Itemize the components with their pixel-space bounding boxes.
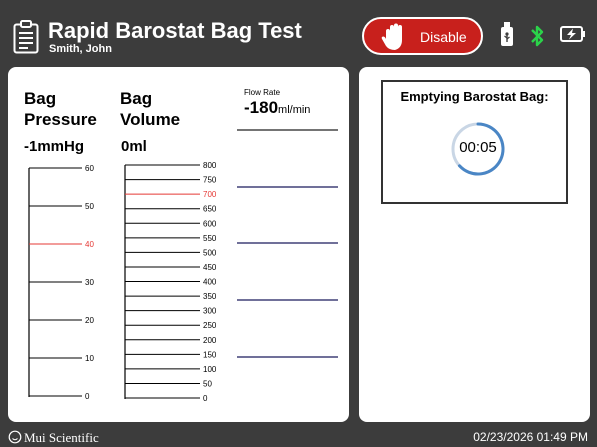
pressure-tick-label: 0 [85,392,90,401]
header-bar: Rapid Barostat Bag Test Smith, John Disa… [0,0,597,64]
volume-tick-label: 550 [203,234,217,243]
pressure-tick-label: 60 [85,164,94,173]
usb-icon [501,22,513,46]
volume-tick-label: 350 [203,292,217,301]
battery-charging-icon [560,26,585,42]
pressure-tick-label: 40 [85,240,94,249]
timer-value: 00:05 [459,139,497,156]
app-title: Rapid Barostat Bag Test [48,18,302,43]
volume-tick-label: 250 [203,321,217,330]
disable-button-label: Disable [420,29,467,45]
volume-tick-label: 500 [203,248,217,257]
volume-tick-label: 50 [203,379,212,388]
volume-tick-label: 0 [203,394,208,403]
pressure-tick-label: 30 [85,278,94,287]
disable-button[interactable]: Disable [362,17,483,55]
timer-ring: 00:05 [450,121,506,177]
volume-tick-label: 450 [203,263,217,272]
pressure-tick-label: 10 [85,354,94,363]
brand-name: Mui Scientific [24,430,99,445]
volume-tick-label: 650 [203,205,217,214]
clipboard-icon [13,20,39,54]
status-panel: Emptying Barostat Bag: 00:05 [359,67,590,422]
gauges-area: 6050403020100800750700650600550500450400… [28,129,338,403]
pressure-tick-label: 20 [85,316,94,325]
emptying-status-box: Emptying Barostat Bag: 00:05 [381,80,568,204]
hand-stop-icon [381,23,402,50]
datetime: 02/23/2026 01:49 PM [473,430,588,444]
measurement-panel: Bag Pressure -1mmHg Bag Volume 0ml Flow … [8,67,349,422]
patient-name: Smith, John [49,43,112,55]
volume-tick-label: 800 [203,161,217,170]
pressure-tick-label: 50 [85,202,94,211]
volume-tick-label: 750 [203,176,217,185]
volume-tick-label: 400 [203,278,217,287]
bluetooth-icon [531,25,544,47]
volume-tick-label: 150 [203,350,217,359]
emptying-title: Emptying Barostat Bag: [400,89,549,104]
volume-tick-label: 700 [203,190,217,199]
volume-tick-label: 100 [203,365,217,374]
mui-logo-icon [8,430,22,444]
volume-tick-label: 200 [203,336,217,345]
volume-tick-label: 300 [203,307,217,316]
volume-tick-label: 600 [203,219,217,228]
